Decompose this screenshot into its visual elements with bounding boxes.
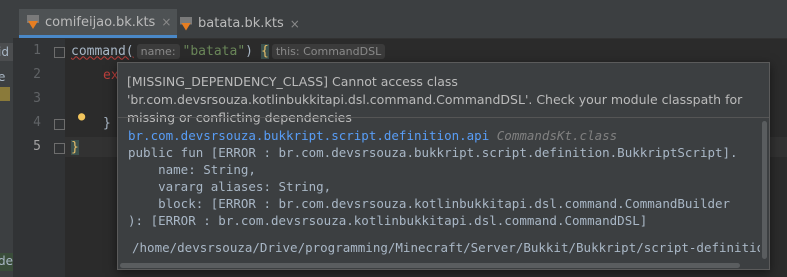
- close-brace: }: [71, 139, 79, 155]
- fold-marker-icon[interactable]: [54, 143, 65, 154]
- fold-marker-icon[interactable]: [54, 47, 65, 58]
- receiver-type-hint: this: CommandDSL: [271, 43, 386, 59]
- line-number-current: 5: [33, 139, 41, 154]
- horizontal-scrollbar[interactable]: [118, 262, 759, 269]
- open-brace: {: [260, 43, 269, 59]
- line-number: 4: [33, 115, 41, 130]
- scrollbar-thumb[interactable]: [762, 121, 767, 259]
- scrollbar-thumb[interactable]: [120, 263, 740, 268]
- doc-line: vararg aliases: String,: [128, 179, 332, 194]
- close-icon[interactable]: ×: [290, 17, 300, 31]
- editor-gutter: 1 2 3 4 5: [13, 39, 65, 277]
- error-popup: [MISSING_DEPENDENCY_CLASS] Cannot access…: [117, 62, 770, 270]
- doc-line: public fun [ERROR : br.com.devsrsouza.bu…: [128, 145, 738, 160]
- code-line-4: }: [103, 115, 111, 131]
- close-icon[interactable]: ×: [161, 15, 171, 29]
- project-item-label[interactable]: id: [0, 45, 9, 59]
- library-path-text: /home/devsrsouza/Drive/programming/Minec…: [132, 239, 768, 255]
- doc-line: block: [ERROR : br.com.devsrsouza.kotlin…: [128, 196, 731, 211]
- fold-marker-icon[interactable]: [54, 119, 65, 130]
- string-literal: "batata": [182, 43, 246, 59]
- line-number: 1: [33, 43, 41, 58]
- line-number: 3: [33, 91, 41, 106]
- doc-line: name: String,: [128, 162, 256, 177]
- code-line-1: command( name: "batata" ) { this: Comman…: [71, 41, 388, 61]
- project-item-label[interactable]: e: [0, 70, 5, 84]
- close-paren: ): [245, 43, 253, 59]
- tab-comifeijao[interactable]: comifeijao.bk.kts ×: [19, 9, 178, 38]
- class-file: CommandsKt.class: [496, 128, 618, 143]
- kotlin-script-icon: [27, 15, 39, 29]
- library-path: /home/devsrsouza/Drive/programming/Minec…: [128, 238, 768, 256]
- error-message: [MISSING_DEPENDENCY_CLASS] Cannot access…: [127, 74, 743, 125]
- editor-tab-bar: comifeijao.bk.kts × batata.bk.kts ×: [13, 0, 787, 39]
- project-item-label[interactable]: dec: [0, 254, 13, 268]
- kotlin-script-icon: [180, 16, 192, 31]
- function-call: command(: [71, 43, 134, 59]
- quick-doc: br.com.devsrsouza.bukkript.script.defini…: [128, 127, 758, 243]
- doc-header: br.com.devsrsouza.bukkript.script.defini…: [128, 127, 758, 144]
- vertical-scrollbar[interactable]: [760, 119, 769, 269]
- popup-divider: [118, 117, 769, 118]
- tab-label: batata.bk.kts: [198, 16, 284, 31]
- parameter-hint: name:: [136, 43, 180, 59]
- folder-icon: [0, 87, 10, 101]
- tab-batata[interactable]: batata.bk.kts ×: [172, 9, 306, 38]
- tab-label: comifeijao.bk.kts: [45, 14, 156, 30]
- project-panel-strip: id e dec: [0, 0, 13, 277]
- package-link[interactable]: br.com.devsrsouza.bukkript.script.defini…: [128, 128, 489, 143]
- doc-line: ): [ERROR : br.com.devsrsouza.kotlinbukk…: [128, 213, 648, 228]
- line-number: 2: [33, 67, 41, 82]
